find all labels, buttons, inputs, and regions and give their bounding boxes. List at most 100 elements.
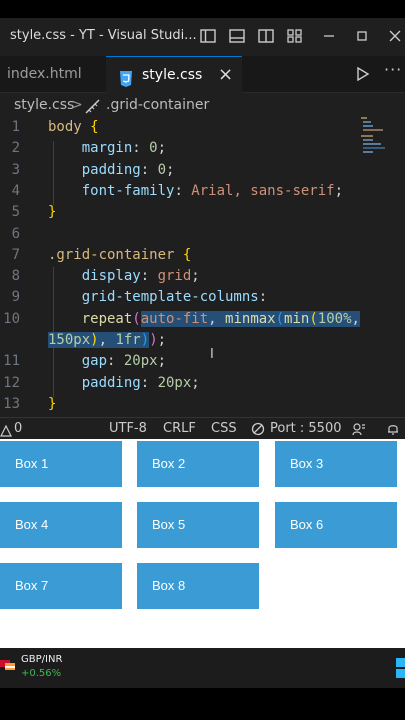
code-line[interactable]: padding: 20px; [48,375,200,391]
code-line[interactable]: padding: 0; [48,161,175,178]
symbol-ruler-icon [85,98,100,114]
tab-bar: index.html style.css × ··· [0,56,405,93]
grid-box-3: Box 3 [275,441,397,487]
line-number: 5 [11,204,20,221]
tab-style-css[interactable]: style.css × [106,56,242,93]
warning-icon[interactable] [0,423,12,437]
code-token: ( [132,310,141,327]
encoding-status[interactable]: UTF-8 [109,418,147,440]
code-token: ( [275,310,285,327]
line-number: 10 [3,310,20,327]
code-token: ; [334,182,344,199]
close-icon[interactable] [386,27,404,45]
live-server-port[interactable]: Port : 5500 [270,418,342,440]
code-token: gap [48,353,108,370]
code-token: Arial, sans-serif [191,182,335,199]
code-line[interactable]: 150px), 1fr)); [48,332,166,348]
code-token: : [258,289,268,306]
code-token: 1fr [115,332,141,348]
breadcrumb-separator: > [71,97,83,113]
grid-box-6: Box 6 [275,502,397,548]
windows-start-icon[interactable] [396,658,405,678]
grid-box-7: Box 7 [0,563,122,609]
code-token: { [174,246,192,263]
code-token: 0 [157,161,167,178]
line-number: 11 [3,353,20,370]
code-editor[interactable]: 1 body {2 margin: 0; 3 padding: 0; 4 font-f… [0,117,405,417]
text-cursor-icon: I [210,347,214,362]
code-token: } [48,395,57,412]
code-token: margin [48,140,133,157]
minimap[interactable] [361,117,387,157]
run-icon[interactable] [354,65,372,83]
line-number: 6 [11,225,20,242]
top-letterbox [0,0,405,18]
code-token: } [48,204,57,221]
code-line[interactable]: gap: 20px; [48,353,166,369]
code-token: ) [140,332,150,348]
layout-panel-icon[interactable] [228,27,246,45]
code-token: display [48,268,141,285]
taskbar: GBP/INR +0.56% [0,648,405,688]
code-token: minmax [225,310,276,327]
breadcrumb-file[interactable]: style.css [14,93,74,117]
code-token: ; [191,268,200,285]
code-token: padding [48,374,141,391]
tab-index-html[interactable]: index.html [0,56,111,92]
grid-box-2: Box 2 [137,441,259,487]
language-status[interactable]: CSS [211,418,237,440]
code-line[interactable]: body { [48,119,99,135]
code-line[interactable]: repeat(auto-fit, minmax(min(100%, [48,310,360,327]
code-token: : [107,353,124,370]
ticker-change: +0.56% [21,668,62,679]
code-token: padding [48,161,141,178]
line-number: 4 [11,182,20,199]
status-bar: 0 UTF-8 CRLF CSS Port : 5500 [0,417,405,440]
ticker-symbol[interactable]: GBP/INR [21,654,62,665]
code-token: : [140,161,158,178]
code-token: font-family [48,182,175,199]
code-line[interactable]: } [48,396,56,412]
css-file-icon [118,66,134,87]
broadcast-icon [251,422,265,436]
eol-status[interactable]: CRLF [163,418,196,440]
grid-box-4: Box 4 [0,502,122,548]
customize-layout-icon[interactable] [286,27,304,45]
grid-box-8: Box 8 [137,563,259,609]
code-token: ; [157,353,167,370]
minimize-icon[interactable] [320,27,338,45]
line-number: 13 [3,395,20,412]
code-token: 100% [317,310,352,327]
breadcrumb-symbol[interactable]: .grid-container [106,93,209,117]
layout-sidebar-left-icon[interactable] [199,27,217,45]
problems-count[interactable]: 0 [14,418,22,440]
more-icon[interactable]: ··· [384,60,402,79]
line-number: 3 [11,161,20,178]
code-line[interactable]: margin: 0; [48,140,166,156]
code-token: ( [309,310,318,327]
code-token: ) [149,332,158,348]
feedback-icon[interactable] [352,422,366,436]
browser-preview: Box 1 Box 2 Box 3 Box 4 Box 5 Box 6 Box … [0,439,405,648]
code-token: .grid-container [48,246,175,263]
code-token: , [351,310,360,327]
code-line[interactable]: display: grid; [48,268,200,284]
tab-label: index.html [7,66,82,82]
code-token: ) [90,332,99,348]
code-token: 0 [149,140,158,157]
bell-icon[interactable] [386,422,400,436]
tab-close-icon[interactable]: × [218,57,233,93]
code-line[interactable]: grid-template-columns: [48,289,267,305]
code-line[interactable]: .grid-container { [48,247,191,263]
code-token: ; [157,332,167,348]
maximize-icon[interactable] [353,27,371,45]
code-token: : [132,140,150,157]
code-line[interactable]: } [48,204,56,220]
layout-sidebar-right-icon[interactable] [257,27,275,45]
code-token: ; [166,161,175,178]
code-token: , [208,310,226,327]
line-number: 8 [11,268,20,285]
code-line[interactable]: font-family: Arial, sans-serif; [48,183,343,199]
code-token: { [81,119,99,135]
window-title: style.css - YT - Visual Studi... [10,28,197,43]
